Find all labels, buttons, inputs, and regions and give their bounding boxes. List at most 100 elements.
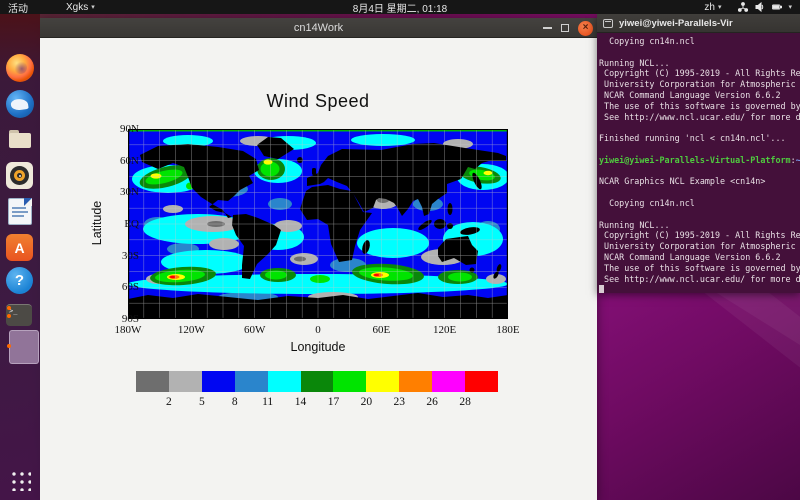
app-menu-button[interactable]: Xgks ▾ bbox=[58, 0, 103, 14]
input-method-label: zh bbox=[704, 2, 715, 13]
colorbar-level-label: 20 bbox=[361, 396, 373, 408]
files-folder-icon bbox=[6, 126, 33, 153]
dock-thunderbird-button[interactable] bbox=[6, 90, 34, 118]
running-indicator-dot bbox=[7, 344, 11, 348]
clock-menu[interactable]: 8月4日 星期二, 01:18 bbox=[345, 0, 455, 14]
terminal-line: See http://www.ncl.ucar.edu/ for more de bbox=[599, 112, 800, 123]
libreoffice-writer-icon bbox=[8, 198, 32, 225]
x-tick-label: 120E bbox=[423, 324, 467, 336]
close-icon: × bbox=[583, 23, 589, 33]
dock-libreoffice-writer-button[interactable] bbox=[6, 198, 34, 226]
terminal-line bbox=[599, 144, 800, 155]
y-tick-label: EQ bbox=[99, 218, 139, 230]
y-tick-label: 60S bbox=[99, 281, 139, 293]
terminal-line: Running NCL... bbox=[599, 58, 800, 69]
minimize-button[interactable] bbox=[543, 27, 552, 29]
thunderbird-icon bbox=[6, 90, 34, 118]
terminal-line: The use of this software is governed by bbox=[599, 263, 800, 274]
wind-speed-map bbox=[128, 129, 508, 319]
terminal-titlebar[interactable]: yiwei@yiwei-Parallels-Vir bbox=[597, 14, 800, 33]
colorbar-cell bbox=[268, 371, 301, 392]
maximize-button[interactable] bbox=[561, 24, 569, 32]
colorbar-cell bbox=[235, 371, 268, 392]
colorbar-level-label: 11 bbox=[262, 396, 273, 408]
colorbar-cell bbox=[399, 371, 432, 392]
colorbar-level-label: 17 bbox=[328, 396, 340, 408]
x-tick-label: 60E bbox=[359, 324, 403, 336]
colorbar-cell bbox=[136, 371, 169, 392]
terminal-body[interactable]: Copying cn14n.ncl Running NCL... Copyrig… bbox=[597, 33, 800, 293]
x-tick-label: 60W bbox=[233, 324, 277, 336]
plot-window-titlebar[interactable]: cn14Work × bbox=[40, 18, 597, 38]
close-button[interactable]: × bbox=[578, 21, 593, 36]
show-applications-button[interactable] bbox=[6, 466, 34, 494]
colorbar-level-label: 5 bbox=[199, 396, 205, 408]
terminal-line bbox=[599, 47, 800, 58]
volume-icon bbox=[754, 2, 765, 13]
chevron-down-icon: ▾ bbox=[788, 3, 792, 11]
x-tick-label: 0 bbox=[296, 324, 340, 336]
firefox-icon bbox=[6, 54, 34, 82]
y-tick-label: 60N bbox=[99, 155, 139, 167]
dock-files-button[interactable] bbox=[6, 126, 34, 154]
y-tick-label: 90N bbox=[99, 123, 139, 135]
dock-firefox-button[interactable] bbox=[6, 54, 34, 82]
battery-icon bbox=[771, 2, 782, 13]
colorbar-cell bbox=[432, 371, 465, 392]
terminal-window: yiwei@yiwei-Parallels-Vir Copying cn14n.… bbox=[597, 14, 800, 293]
chevron-down-icon: ▾ bbox=[91, 3, 95, 11]
terminal-line: NCAR Command Language Version 6.6.2 bbox=[599, 252, 800, 263]
terminal-line: Copyright (C) 1995-2019 - All Rights Res bbox=[599, 230, 800, 241]
colorbar-cell bbox=[465, 371, 498, 392]
terminal-line: Finished running 'ncl < cn14n.ncl'... bbox=[599, 133, 800, 144]
help-icon: ? bbox=[6, 267, 33, 294]
chart-title: Wind Speed bbox=[168, 91, 468, 112]
y-axis-label: Latitude bbox=[90, 188, 104, 258]
show-applications-grid-icon bbox=[9, 469, 31, 491]
rhythmbox-icon bbox=[6, 162, 33, 189]
terminal-line: University Corporation for Atmospheric R bbox=[599, 241, 800, 252]
terminal-line: yiwei@yiwei-Parallels-Virtual-Platform:~… bbox=[599, 155, 800, 166]
colorbar-level-label: 2 bbox=[166, 396, 172, 408]
y-tick-label: 30S bbox=[99, 250, 139, 262]
terminal-line: Running NCL... bbox=[599, 220, 800, 231]
chevron-down-icon: ▾ bbox=[718, 3, 722, 11]
terminal-line: The use of this software is governed by bbox=[599, 101, 800, 112]
colorbar-cell bbox=[301, 371, 334, 392]
colorbar-level-label: 28 bbox=[459, 396, 471, 408]
clock-label: 8月4日 星期二, 01:18 bbox=[353, 0, 447, 15]
top-bar: 活动 Xgks ▾ 8月4日 星期二, 01:18 zh ▾ bbox=[0, 0, 800, 14]
terminal-title: yiwei@yiwei-Parallels-Vir bbox=[619, 18, 733, 29]
dock-xgks-window-button[interactable] bbox=[6, 330, 34, 364]
terminal-line: Copying cn14n.ncl bbox=[599, 36, 800, 47]
terminal-window-icon bbox=[603, 19, 613, 28]
dock-terminal-button[interactable]: >_ bbox=[6, 301, 34, 329]
colorbar-level-label: 14 bbox=[295, 396, 307, 408]
terminal-line: NCAR Command Language Version 6.6.2 bbox=[599, 90, 800, 101]
input-method-menu[interactable]: zh ▾ bbox=[696, 0, 729, 14]
dock-rhythmbox-button[interactable] bbox=[6, 162, 34, 190]
dock-ubuntu-software-button[interactable]: A bbox=[6, 234, 34, 262]
terminal-line: See http://www.ncl.ucar.edu/ for more de bbox=[599, 274, 800, 285]
running-indicator-dot bbox=[7, 306, 11, 310]
system-menu[interactable]: ▾ bbox=[729, 0, 800, 14]
x-tick-label: 180E bbox=[486, 324, 530, 336]
status-area: zh ▾ ▾ bbox=[696, 0, 800, 14]
terminal-line bbox=[599, 166, 800, 177]
plot-window-title: cn14Work bbox=[294, 22, 343, 34]
dock-help-button[interactable]: ? bbox=[6, 267, 34, 295]
dock: A ? >_ bbox=[0, 14, 40, 500]
xgks-window-icon bbox=[9, 330, 39, 364]
colorbar-level-label: 23 bbox=[394, 396, 406, 408]
terminal-line bbox=[599, 122, 800, 133]
activities-label: 活动 bbox=[8, 0, 28, 15]
activities-button[interactable]: 活动 bbox=[0, 0, 36, 14]
network-icon bbox=[737, 2, 748, 13]
desktop: 活动 Xgks ▾ 8月4日 星期二, 01:18 zh ▾ bbox=[0, 0, 800, 500]
plot-canvas: Wind Speed bbox=[40, 39, 597, 500]
ubuntu-software-icon: A bbox=[6, 234, 33, 261]
colorbar-cell bbox=[366, 371, 399, 392]
x-tick-label: 120W bbox=[169, 324, 213, 336]
x-tick-label: 180W bbox=[106, 324, 150, 336]
y-tick-label: 30N bbox=[99, 186, 139, 198]
